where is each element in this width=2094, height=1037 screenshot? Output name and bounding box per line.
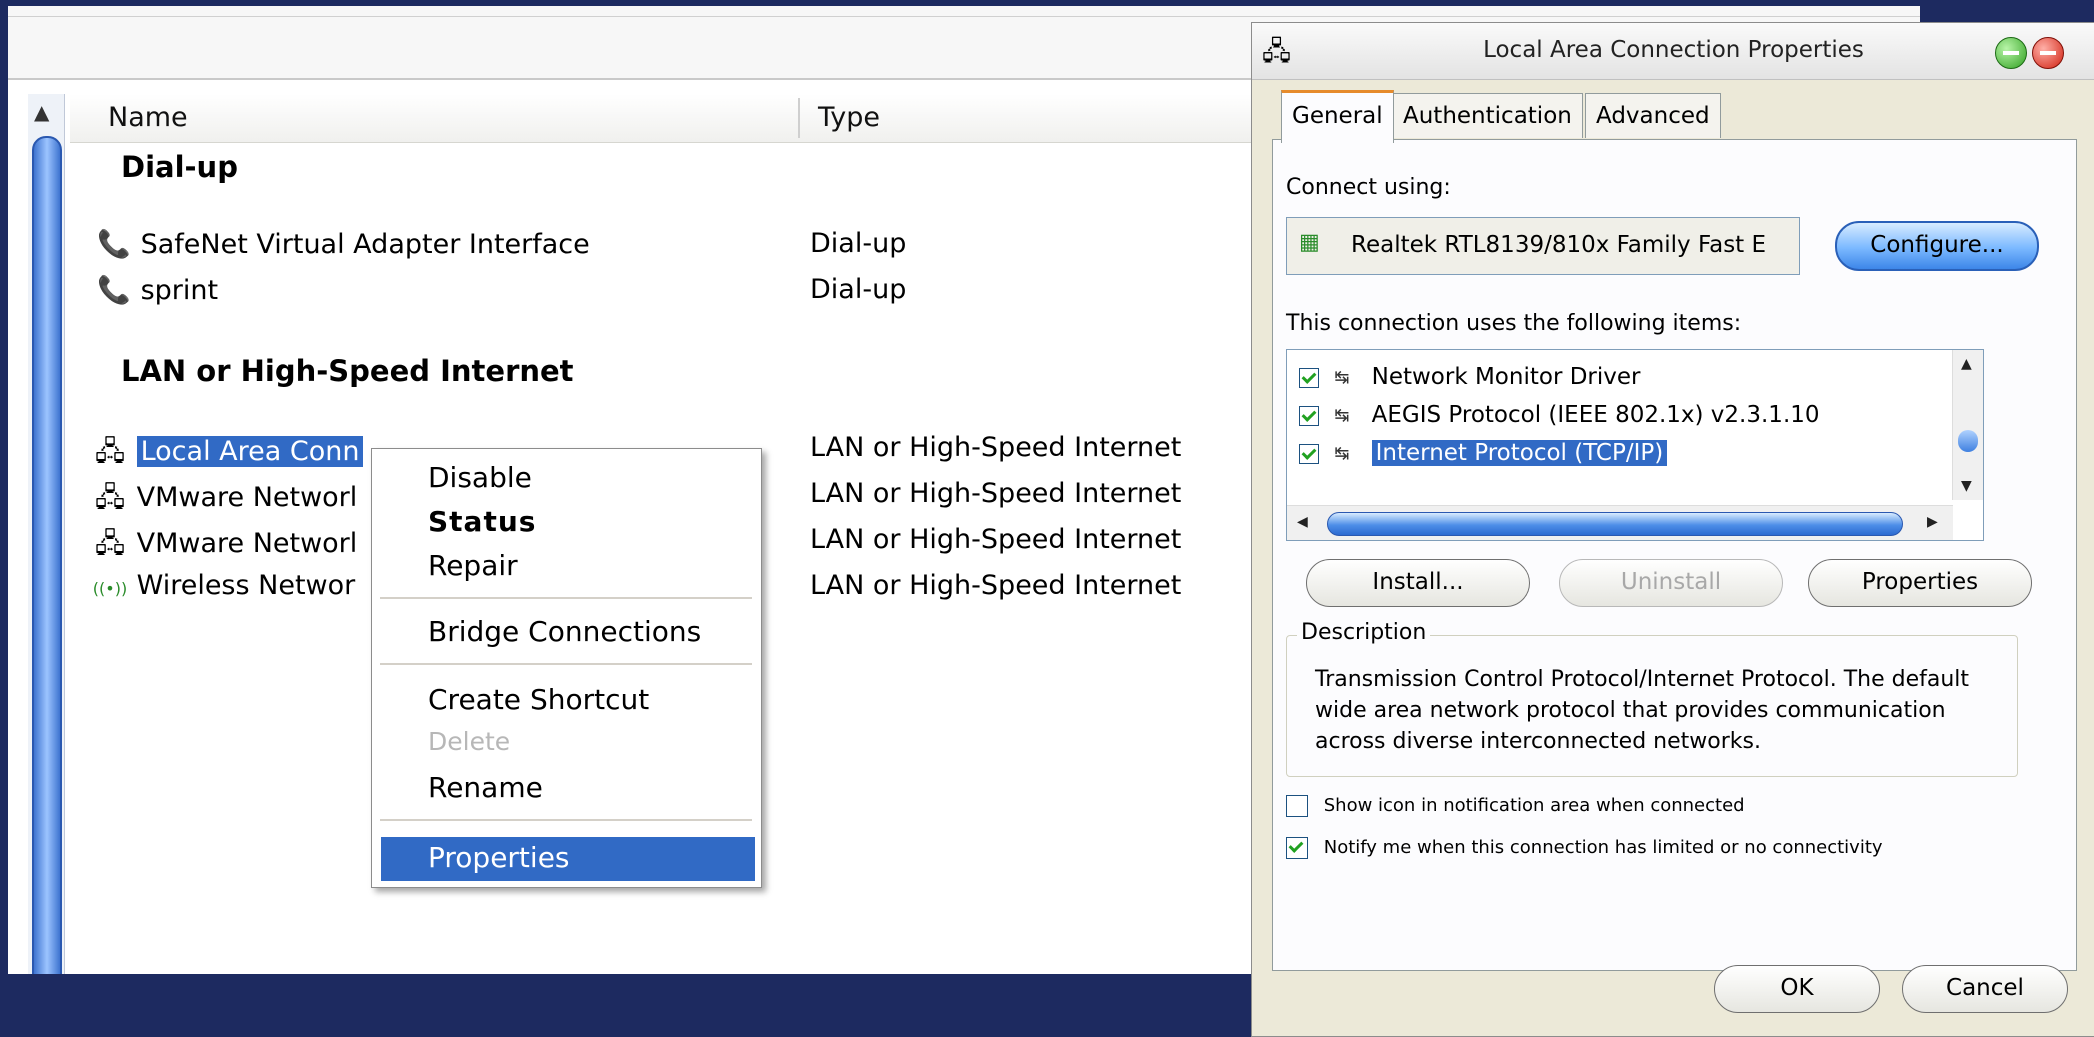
ok-button[interactable]: OK [1714, 965, 1880, 1013]
local-area-connection-properties-dialog: 🖧 Local Area Connection Properties Gener… [1251, 22, 2094, 1037]
list-item[interactable]: 📞 SafeNet Virtual Adapter Interface [96, 228, 590, 268]
scroll-down-arrow-icon[interactable]: ▼ [1961, 478, 1972, 494]
network-adapter-icon: ▦ [1299, 230, 1320, 255]
group-header-dialup: Dial-up [121, 150, 238, 184]
menu-separator [380, 597, 752, 599]
connection-type: Dial-up [810, 274, 907, 305]
show-icon-checkbox[interactable] [1286, 795, 1308, 817]
menu-separator [380, 663, 752, 665]
list-item[interactable]: ↹ Network Monitor Driver [1299, 364, 1640, 396]
connection-type: LAN or High-Speed Internet [810, 570, 1182, 601]
menu-item-delete: Delete [428, 727, 511, 756]
lan-icon: 🖧 [94, 436, 126, 467]
connection-name: Wireless Networ [136, 570, 356, 601]
component-checkbox[interactable] [1299, 405, 1319, 426]
close-button[interactable] [2032, 37, 2064, 69]
menu-separator [380, 819, 752, 821]
configure-button[interactable]: Configure... [1835, 221, 2039, 271]
minimize-button[interactable] [1995, 37, 2027, 69]
lan-icon: 🖧 [94, 482, 126, 513]
column-type-header[interactable]: Type [818, 102, 880, 133]
protocol-icon: ↹ [1334, 367, 1350, 388]
list-item[interactable]: ((•)) Wireless Networ [92, 570, 355, 610]
menu-item-status[interactable]: Status [428, 505, 536, 538]
menu-item-bridge-connections[interactable]: Bridge Connections [428, 615, 701, 648]
description-group: Description Transmission Control Protoco… [1286, 620, 2018, 777]
component-checkbox[interactable] [1299, 367, 1319, 388]
menu-item-disable[interactable]: Disable [428, 461, 532, 494]
list-horizontal-scrollbar[interactable]: ◀ ▶ [1287, 505, 1953, 540]
component-label: Internet Protocol (TCP/IP) [1371, 440, 1668, 466]
protocol-icon: ↹ [1334, 405, 1350, 426]
tab-general[interactable]: General [1281, 90, 1394, 143]
list-item[interactable]: 🖧 VMware Networl [92, 478, 357, 518]
list-item[interactable]: 🖧 Local Area Conn [92, 432, 364, 472]
connection-name: VMware Networl [136, 482, 358, 513]
description-legend: Description [1297, 620, 1431, 645]
connection-type: LAN or High-Speed Internet [810, 478, 1182, 509]
column-name-header[interactable]: Name [108, 102, 188, 133]
install-button[interactable]: Install... [1306, 559, 1530, 607]
properties-button[interactable]: Properties [1808, 559, 2032, 607]
menu-item-create-shortcut[interactable]: Create Shortcut [428, 683, 649, 716]
adapter-name: Realtek RTL8139/810x Family Fast E [1351, 232, 1767, 258]
uninstall-button: Uninstall [1559, 559, 1783, 607]
connection-name-selected: Local Area Conn [136, 436, 364, 467]
connection-type: LAN or High-Speed Internet [810, 432, 1182, 463]
connection-name: sprint [140, 275, 219, 306]
horizontal-scroll-thumb[interactable] [1327, 512, 1903, 536]
vertical-scrollbar[interactable]: ▲ [28, 94, 65, 974]
connection-name: SafeNet Virtual Adapter Interface [140, 229, 590, 260]
wireless-icon: ((•)) [92, 579, 128, 598]
tab-authentication[interactable]: Authentication [1392, 93, 1583, 138]
notify-label: Notify me when this connection has limit… [1323, 837, 1883, 858]
description-text: Transmission Control Protocol/Internet P… [1315, 667, 1970, 754]
component-checkbox[interactable] [1299, 443, 1319, 464]
component-label: Network Monitor Driver [1371, 364, 1641, 390]
scroll-right-arrow-icon[interactable]: ▶ [1927, 514, 1938, 530]
adapter-display: ▦ Realtek RTL8139/810x Family Fast E [1286, 217, 1800, 275]
show-icon-option[interactable]: Show icon in notification area when conn… [1286, 795, 1745, 817]
lan-icon: 🖧 [94, 528, 126, 559]
protocol-icon: ↹ [1334, 443, 1350, 464]
scroll-left-arrow-icon[interactable]: ◀ [1297, 514, 1308, 530]
tab-advanced[interactable]: Advanced [1585, 93, 1721, 138]
menu-item-repair[interactable]: Repair [428, 549, 518, 582]
component-label: AEGIS Protocol (IEEE 802.1x) v2.3.1.10 [1371, 402, 1820, 428]
scroll-up-arrow-icon[interactable]: ▲ [34, 100, 49, 124]
scroll-up-arrow-icon[interactable]: ▲ [1961, 356, 1972, 372]
connection-type: Dial-up [810, 228, 907, 259]
components-list: ↹ Network Monitor Driver ↹ AEGIS Protoco… [1286, 349, 1984, 541]
dialup-icon: 📞 [97, 275, 131, 306]
menu-item-properties[interactable]: Properties [428, 841, 570, 874]
dialog-titlebar[interactable]: 🖧 Local Area Connection Properties [1252, 23, 2094, 80]
dialup-icon: 📞 [97, 229, 131, 260]
scrollbar-thumb[interactable] [32, 136, 62, 974]
list-scroll-thumb[interactable] [1958, 430, 1978, 452]
context-menu: Disable Status Repair Bridge Connections… [371, 448, 762, 888]
items-label: This connection uses the following items… [1286, 311, 1742, 336]
connect-using-label: Connect using: [1286, 175, 1451, 200]
list-item[interactable]: 🖧 VMware Networl [92, 524, 357, 564]
list-item-selected[interactable]: ↹ Internet Protocol (TCP/IP) [1299, 440, 1668, 472]
connection-name: VMware Networl [136, 528, 358, 559]
notify-checkbox[interactable] [1286, 837, 1308, 859]
cancel-button[interactable]: Cancel [1902, 965, 2068, 1013]
notify-option[interactable]: Notify me when this connection has limit… [1286, 837, 1883, 859]
list-item[interactable]: ↹ AEGIS Protocol (IEEE 802.1x) v2.3.1.10 [1299, 402, 1820, 434]
connection-type: LAN or High-Speed Internet [810, 524, 1182, 555]
show-icon-label: Show icon in notification area when conn… [1323, 795, 1745, 816]
menu-item-rename[interactable]: Rename [428, 771, 543, 804]
list-vertical-scrollbar[interactable]: ▲ ▼ [1952, 350, 1983, 500]
list-item[interactable]: 📞 sprint [96, 274, 218, 314]
dialog-title: Local Area Connection Properties [1483, 37, 1864, 63]
group-header-lan: LAN or High-Speed Internet [121, 354, 574, 388]
